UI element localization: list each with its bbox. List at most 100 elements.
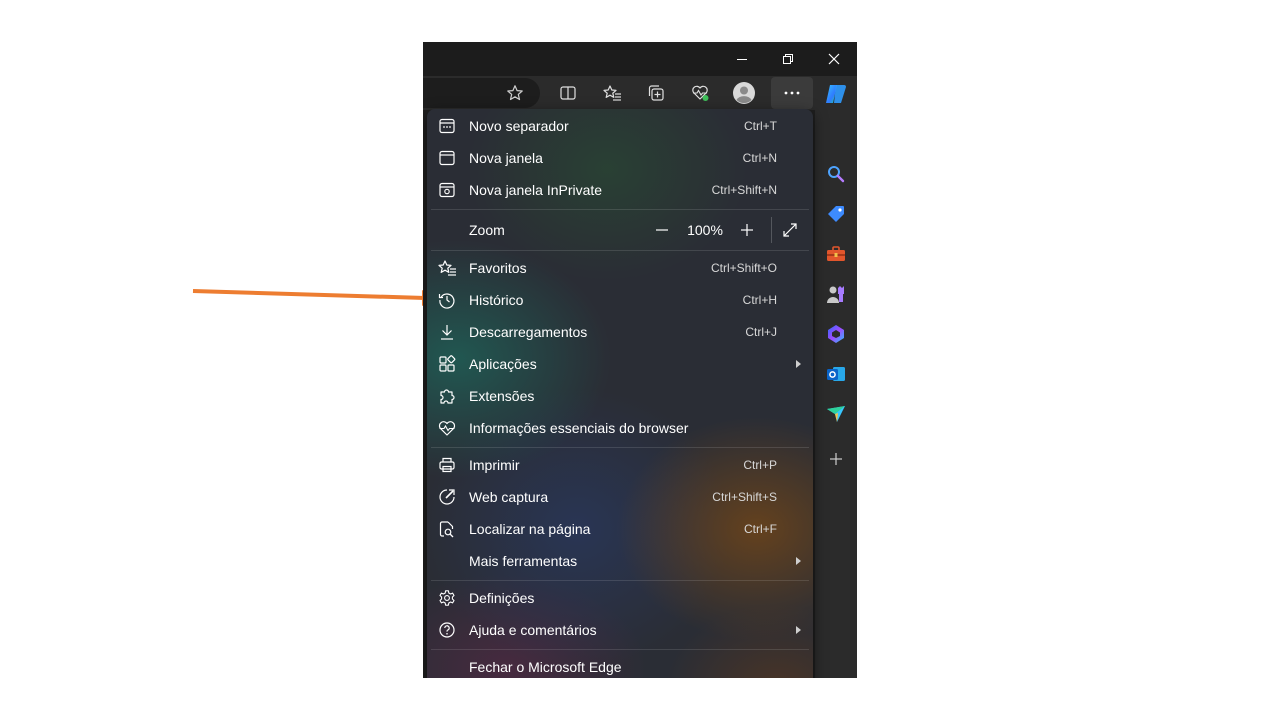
drop-icon [827, 406, 845, 422]
sidebar-outlook-button[interactable] [815, 356, 857, 392]
menu-item-extensions[interactable]: Extensões [427, 380, 813, 412]
menu-shortcut: Ctrl+F [744, 522, 777, 536]
sidebar-games-button[interactable] [815, 276, 857, 312]
menu-item-print[interactable]: Imprimir Ctrl+P [427, 449, 813, 481]
print-icon [437, 455, 457, 475]
zoom-value: 100% [687, 222, 723, 238]
minimize-button[interactable] [719, 42, 765, 76]
submenu-arrow-icon [796, 360, 801, 368]
browser-toolbar [423, 76, 815, 110]
menu-shortcut: Ctrl+Shift+O [710, 261, 777, 275]
minus-icon [656, 229, 668, 231]
menu-shortcut: Ctrl+T [744, 119, 777, 133]
sidebar-search-button[interactable] [815, 156, 857, 192]
web-capture-icon [437, 487, 457, 507]
menu-shortcut: Ctrl+P [743, 458, 777, 472]
menu-item-find-on-page[interactable]: Localizar na página Ctrl+F [427, 513, 813, 545]
menu-shortcut: Ctrl+N [742, 151, 777, 165]
help-icon [437, 620, 457, 640]
minimize-icon [737, 59, 747, 60]
zoom-row: Zoom 100% [427, 213, 813, 247]
sidebar-copilot-app-button[interactable] [815, 316, 857, 352]
new-tab-icon [437, 116, 457, 136]
menu-item-web-capture[interactable]: Web captura Ctrl+Shift+S [427, 481, 813, 513]
menu-label: Mais ferramentas [469, 553, 578, 569]
add-icon [830, 453, 842, 465]
menu-label: Descarregamentos [469, 324, 588, 340]
split-screen-button[interactable] [546, 76, 590, 110]
full-screen-button[interactable] [774, 213, 806, 247]
menu-item-help[interactable]: Ajuda e comentários [427, 614, 813, 646]
sidebar-shopping-button[interactable] [815, 196, 857, 232]
menu-item-new-window[interactable]: Nova janela Ctrl+N [427, 142, 813, 174]
menu-shortcut: Ctrl+J [745, 325, 777, 339]
menu-label: Fechar o Microsoft Edge [469, 659, 622, 675]
menu-shortcut: Ctrl+Shift+N [711, 183, 777, 197]
shopping-tag-icon [828, 206, 844, 222]
copilot-button[interactable] [815, 76, 857, 112]
inprivate-icon [437, 180, 457, 200]
zoom-out-button[interactable] [646, 213, 678, 247]
copilot-app-icon [828, 325, 844, 343]
menu-label: Informações essenciais do browser [469, 420, 689, 436]
window-icon [437, 148, 457, 168]
menu-item-more-tools[interactable]: Mais ferramentas [427, 545, 813, 577]
menu-item-close-edge[interactable]: Fechar o Microsoft Edge [427, 651, 813, 678]
add-favorite-button[interactable] [493, 76, 537, 110]
browser-essentials-button[interactable] [678, 76, 722, 110]
heartbeat-icon [437, 418, 457, 438]
favorites-button[interactable] [590, 76, 634, 110]
browser-window: Novo separador Ctrl+T Nova janela Ctrl+N… [423, 42, 857, 678]
menu-divider [431, 209, 809, 210]
menu-label: Novo separador [469, 118, 569, 134]
collections-icon [648, 85, 664, 101]
gear-icon [437, 588, 457, 608]
address-bar[interactable] [423, 78, 540, 108]
menu-item-browser-essentials[interactable]: Informações essenciais do browser [427, 412, 813, 444]
apps-icon [437, 354, 457, 374]
zoom-label: Zoom [469, 222, 505, 238]
close-button[interactable] [811, 42, 857, 76]
menu-label: Ajuda e comentários [469, 622, 597, 638]
favorites-icon [603, 85, 621, 101]
download-icon [437, 322, 457, 342]
sidebar-tools-button[interactable] [815, 236, 857, 272]
close-icon [828, 53, 840, 65]
menu-shortcut: Ctrl+Shift+S [712, 490, 777, 504]
settings-and-more-menu: Novo separador Ctrl+T Nova janela Ctrl+N… [427, 109, 813, 678]
favorites-icon [437, 258, 457, 278]
menu-label: Localizar na página [469, 521, 591, 537]
sidebar-drop-button[interactable] [815, 396, 857, 432]
menu-item-history[interactable]: Histórico Ctrl+H [427, 284, 813, 316]
menu-item-apps[interactable]: Aplicações [427, 348, 813, 380]
find-icon [437, 519, 457, 539]
star-icon [507, 85, 523, 101]
menu-item-new-inprivate[interactable]: Nova janela InPrivate Ctrl+Shift+N [427, 174, 813, 206]
extensions-icon [437, 386, 457, 406]
menu-divider [431, 447, 809, 448]
sidebar-add-button[interactable] [815, 441, 857, 477]
menu-item-favorites[interactable]: Favoritos Ctrl+Shift+O [427, 252, 813, 284]
zoom-in-button[interactable] [731, 213, 763, 247]
sidebar [815, 76, 857, 678]
submenu-arrow-icon [796, 557, 801, 565]
collections-button[interactable] [634, 76, 678, 110]
menu-item-downloads[interactable]: Descarregamentos Ctrl+J [427, 316, 813, 348]
avatar [733, 82, 755, 104]
menu-label: Nova janela InPrivate [469, 182, 603, 198]
settings-and-more-button[interactable] [771, 77, 813, 109]
menu-label: Extensões [469, 388, 535, 404]
history-icon [437, 290, 457, 310]
menu-label: Definições [469, 590, 535, 606]
restore-icon [783, 54, 793, 64]
more-icon [784, 91, 800, 95]
menu-label: Aplicações [469, 356, 537, 372]
games-icon [827, 286, 844, 303]
profile-button[interactable] [722, 76, 766, 110]
menu-item-new-tab[interactable]: Novo separador Ctrl+T [427, 110, 813, 142]
menu-label: Favoritos [469, 260, 527, 276]
menu-label: Histórico [469, 292, 524, 308]
restore-button[interactable] [765, 42, 811, 76]
menu-item-settings[interactable]: Definições [427, 582, 813, 614]
menu-label: Imprimir [469, 457, 520, 473]
